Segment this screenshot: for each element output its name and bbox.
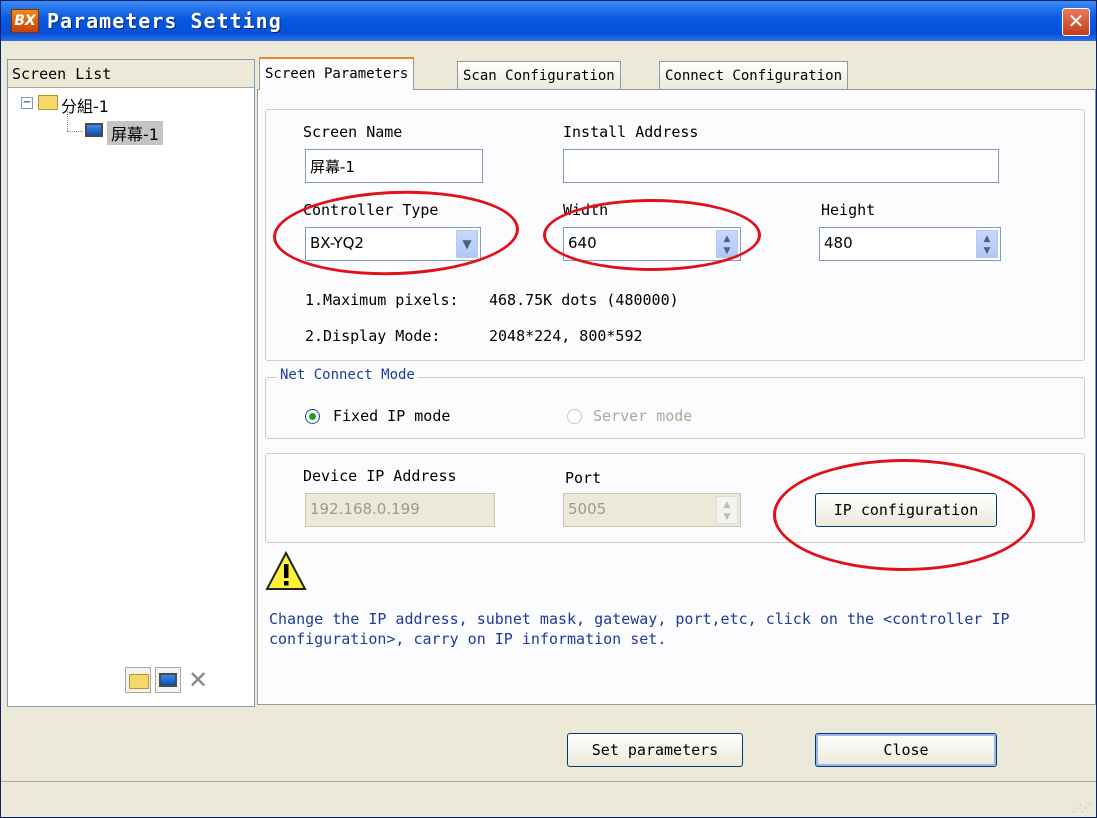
folder-icon [38, 95, 58, 110]
tab-connect-configuration[interactable]: Connect Configuration [659, 61, 849, 89]
tree-item-group[interactable]: 分組-1 [61, 93, 109, 117]
ip-config-note: Change the IP address, subnet mask, gate… [269, 610, 1010, 648]
max-pixels-label: 1.Maximum pixels: [305, 291, 459, 309]
install-address-input[interactable] [563, 149, 999, 183]
port-label: Port [565, 469, 602, 487]
height-stepper[interactable]: 480 ▲ ▼ [819, 227, 1001, 261]
folder-icon [129, 674, 149, 689]
spin-arrows-icon[interactable]: ▲ ▼ [716, 230, 738, 258]
net-connect-legend: Net Connect Mode [277, 367, 418, 383]
height-value: 480 [824, 234, 853, 252]
ip-configuration-button[interactable]: IP configuration [815, 493, 997, 527]
title-bar[interactable]: BX Parameters Setting ✕ [1, 1, 1096, 41]
device-ip-label: Device IP Address [303, 467, 457, 485]
server-mode-label: Server mode [593, 407, 693, 425]
spin-arrows-icon[interactable]: ▲ ▼ [716, 496, 738, 524]
chevron-down-icon[interactable]: ▼ [456, 230, 478, 258]
controller-type-select[interactable]: BX-YQ2 ▼ [305, 227, 481, 261]
window-close-button[interactable]: ✕ [1062, 8, 1090, 36]
parameters-dialog: BX Parameters Setting ✕ Screen List − 分組… [0, 0, 1097, 818]
status-bar: ⋰⋰ [1, 781, 1096, 818]
width-label: Width [563, 201, 609, 219]
server-mode-radio[interactable] [567, 409, 582, 424]
display-mode-value: 2048*224, 800*592 [489, 327, 643, 345]
fixed-ip-radio[interactable] [305, 409, 320, 424]
warning-icon [265, 551, 307, 590]
tab-scan-configuration[interactable]: Scan Configuration [457, 61, 621, 89]
port-stepper[interactable]: 5005 ▲ ▼ [563, 493, 741, 527]
screen-name-label: Screen Name [303, 123, 403, 141]
resize-grip-icon[interactable]: ⋰⋰ [1072, 803, 1091, 814]
display-mode-label: 2.Display Mode: [305, 327, 441, 345]
controller-type-value: BX-YQ2 [310, 234, 364, 252]
screen-name-input[interactable]: 屏幕-1 [305, 149, 483, 183]
install-address-label: Install Address [563, 123, 699, 141]
set-parameters-button[interactable]: Set parameters [567, 733, 743, 767]
tree-connector [67, 111, 68, 131]
height-label: Height [821, 201, 876, 219]
tree-collapse-toggle[interactable]: − [21, 97, 33, 109]
device-ip-input[interactable]: 192.168.0.199 [305, 493, 495, 527]
width-stepper[interactable]: 640 ▲ ▼ [563, 227, 741, 261]
width-value: 640 [568, 234, 597, 252]
delete-button[interactable]: ✕ [185, 667, 211, 693]
app-logo-icon: BX [11, 9, 39, 33]
tree-item-screen[interactable]: 屏幕-1 [107, 121, 163, 145]
tree-connector [67, 131, 83, 132]
max-pixels-value: 468.75K dots (480000) [489, 291, 679, 309]
add-group-button[interactable] [125, 667, 151, 693]
tab-screen-parameters[interactable]: Screen Parameters [259, 57, 415, 90]
controller-type-label: Controller Type [303, 201, 439, 219]
spin-arrows-icon[interactable]: ▲ ▼ [976, 230, 998, 258]
monitor-icon [85, 123, 103, 137]
port-value: 5005 [568, 500, 607, 518]
monitor-icon [159, 673, 177, 687]
window-title: Parameters Setting [47, 9, 282, 33]
close-button[interactable]: Close [815, 733, 997, 767]
screen-list-header: Screen List [8, 60, 254, 88]
add-screen-button[interactable] [155, 667, 181, 693]
fixed-ip-label: Fixed IP mode [333, 407, 451, 425]
screen-list-panel: Screen List [7, 59, 255, 707]
